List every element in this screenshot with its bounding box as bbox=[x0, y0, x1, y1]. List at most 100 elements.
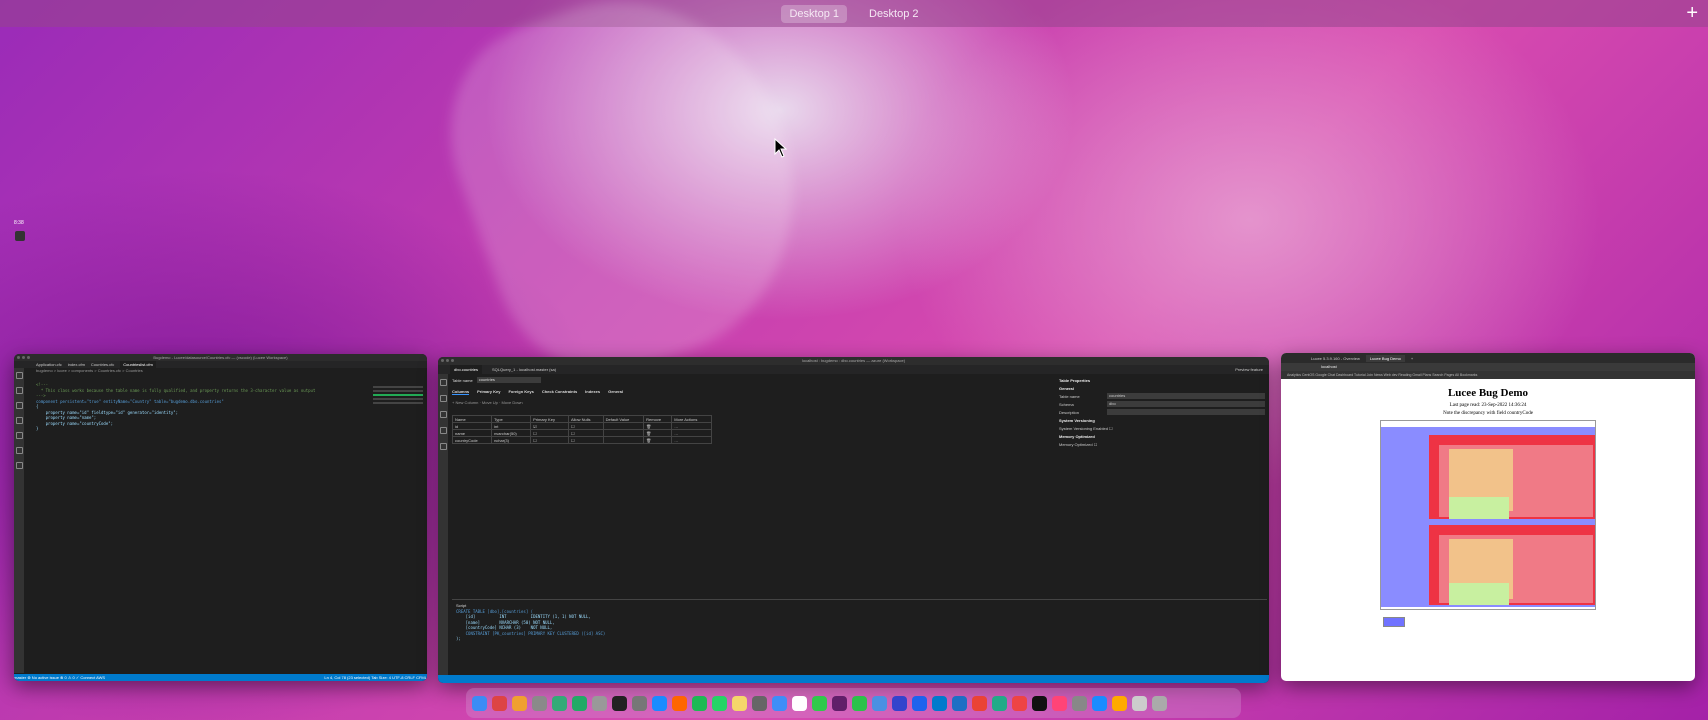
space-desktop-1[interactable]: Desktop 1 bbox=[781, 4, 847, 23]
prop-description-input[interactable] bbox=[1107, 409, 1265, 415]
table-row[interactable]: id int ☑ ☐ 🗑… bbox=[451, 422, 712, 430]
aws-icon[interactable] bbox=[15, 462, 23, 469]
finder-icon[interactable] bbox=[472, 695, 487, 711]
more-actions-icon[interactable]: … bbox=[671, 429, 712, 437]
add-space-button[interactable]: + bbox=[1686, 2, 1698, 24]
facetime-icon[interactable] bbox=[852, 695, 867, 711]
memory-checkbox[interactable]: ☐ bbox=[1094, 442, 1098, 447]
column-name[interactable]: id bbox=[451, 422, 493, 430]
column-name[interactable]: name bbox=[451, 429, 493, 437]
extensions-icon[interactable] bbox=[439, 443, 447, 450]
prop-schema-select[interactable]: dbo bbox=[1107, 401, 1265, 407]
column-type[interactable]: nvarchar(50) bbox=[491, 429, 532, 437]
default-value-cell[interactable] bbox=[602, 429, 645, 437]
table-row[interactable]: name nvarchar(50) ☐ ☐ 🗑… bbox=[451, 429, 712, 437]
calendar-icon[interactable] bbox=[792, 695, 807, 711]
app-icon[interactable] bbox=[512, 695, 527, 711]
default-value-cell[interactable] bbox=[602, 422, 645, 430]
whatsapp-icon[interactable] bbox=[712, 695, 727, 711]
tab-general[interactable]: General bbox=[608, 389, 623, 395]
allow-nulls-checkbox[interactable]: ☐ bbox=[567, 422, 604, 430]
table-row[interactable]: countryCode nchar(3) ☐ ☐ 🗑… bbox=[451, 436, 712, 444]
search-icon[interactable] bbox=[439, 395, 447, 402]
allow-nulls-checkbox[interactable]: ☐ bbox=[567, 436, 604, 444]
spotify-icon[interactable] bbox=[692, 695, 707, 711]
firefox-icon[interactable] bbox=[672, 695, 687, 711]
azure-data-studio-window[interactable]: localhost : bugdemo : dbo.countries — az… bbox=[438, 357, 1269, 683]
settings-icon[interactable] bbox=[532, 695, 547, 711]
notes-icon[interactable] bbox=[732, 695, 747, 711]
connections-icon[interactable] bbox=[439, 379, 447, 386]
tab-sqlquery[interactable]: SQLQuery_1 - localhost.master (sa) bbox=[492, 365, 556, 374]
tab-primary-key[interactable]: Primary Key bbox=[477, 389, 500, 395]
column-type[interactable]: int bbox=[491, 422, 532, 430]
column-name[interactable]: countryCode bbox=[451, 436, 493, 444]
column-type[interactable]: nchar(3) bbox=[491, 436, 532, 444]
vscode-window[interactable]: Bugdemo - Lucee/datasource/Countries.cfc… bbox=[14, 354, 427, 681]
explorer-icon[interactable] bbox=[15, 372, 23, 379]
messages-icon[interactable] bbox=[812, 695, 827, 711]
app-icon[interactable] bbox=[592, 695, 607, 711]
tab-application[interactable]: Application.cfc bbox=[36, 361, 62, 368]
tab-dbo-countries[interactable]: dbo.countries bbox=[450, 365, 483, 374]
tab-indexes[interactable]: Indexes bbox=[585, 389, 600, 395]
tab-columns[interactable]: Columns bbox=[452, 389, 470, 395]
versioning-checkbox[interactable]: ☐ bbox=[1109, 426, 1113, 431]
app-icon[interactable] bbox=[1112, 695, 1127, 711]
tab-check-constraints[interactable]: Check Constraints bbox=[542, 389, 577, 395]
dump-toggle-button[interactable] bbox=[1383, 617, 1405, 627]
primary-key-checkbox[interactable]: ☑ bbox=[530, 422, 569, 430]
app-icon[interactable] bbox=[892, 695, 907, 711]
downloads-icon[interactable] bbox=[1132, 695, 1147, 711]
default-value-cell[interactable] bbox=[602, 436, 645, 444]
space-desktop-2[interactable]: Desktop 2 bbox=[861, 5, 927, 23]
more-actions-icon[interactable]: … bbox=[671, 436, 712, 444]
status-left[interactable]: master ⊗ No active issue ⊗ 0 ⚠ 0 ✓ Conne… bbox=[14, 675, 105, 680]
launchpad-icon[interactable] bbox=[492, 695, 507, 711]
cfdump-output[interactable] bbox=[1380, 420, 1596, 627]
debug-icon[interactable] bbox=[15, 417, 23, 424]
status-right[interactable]: Ln 4, Col 78 (23 selected) Tab Size: 4 U… bbox=[324, 674, 427, 681]
safari-icon[interactable] bbox=[1092, 695, 1107, 711]
safari-icon[interactable] bbox=[652, 695, 667, 711]
app-icon[interactable] bbox=[1052, 695, 1067, 711]
remove-icon[interactable]: 🗑 bbox=[643, 429, 673, 437]
prop-table-name-input[interactable]: countries bbox=[1107, 393, 1265, 399]
notebooks-icon[interactable] bbox=[439, 411, 447, 418]
tab-lucee-overview[interactable]: Lucee 5.3.9.160 - Overview bbox=[1311, 356, 1360, 361]
remove-icon[interactable]: 🗑 bbox=[643, 436, 673, 444]
chrome-icon[interactable] bbox=[972, 695, 987, 711]
maps-icon[interactable] bbox=[992, 695, 1007, 711]
column-toolbar[interactable]: + New Column · Move Up · Move Down bbox=[452, 400, 1059, 405]
source-control-icon[interactable] bbox=[439, 427, 447, 434]
trash-icon[interactable] bbox=[1152, 695, 1167, 711]
app-icon[interactable] bbox=[1072, 695, 1087, 711]
app-icon[interactable] bbox=[1012, 695, 1027, 711]
preview-icon[interactable] bbox=[552, 695, 567, 711]
slack-icon[interactable] bbox=[832, 695, 847, 711]
terminal-icon[interactable] bbox=[612, 695, 627, 711]
source-control-icon[interactable] bbox=[15, 402, 23, 409]
table-name-input[interactable]: countries bbox=[476, 377, 541, 383]
side-widget-icon[interactable] bbox=[15, 231, 25, 241]
primary-key-checkbox[interactable]: ☐ bbox=[530, 436, 569, 444]
tab-lucee-bug-demo[interactable]: Lucee Bug Demo bbox=[1365, 354, 1405, 362]
address-bar[interactable]: localhost bbox=[1281, 363, 1695, 371]
tab-countrieslist[interactable]: Countrieslist.cfm bbox=[120, 361, 156, 368]
extensions-icon[interactable] bbox=[15, 432, 23, 439]
docker-icon[interactable] bbox=[912, 695, 927, 711]
allow-nulls-checkbox[interactable]: ☐ bbox=[567, 429, 604, 437]
more-actions-icon[interactable]: … bbox=[671, 422, 712, 430]
search-icon[interactable] bbox=[15, 387, 23, 394]
traffic-lights[interactable] bbox=[441, 359, 454, 362]
minimap[interactable] bbox=[373, 384, 423, 424]
new-tab-icon[interactable]: + bbox=[1411, 356, 1413, 361]
script-pane[interactable]: Script CREATE TABLE [dbo].[countries] ( [… bbox=[452, 599, 1267, 675]
ads-icon[interactable] bbox=[952, 695, 967, 711]
breadcrumb[interactable]: bugdemo > lucee > components > Countries… bbox=[14, 368, 427, 374]
mail-icon[interactable] bbox=[772, 695, 787, 711]
bookmarks-bar[interactable]: Analytics CentOS Google Chat Dashboard T… bbox=[1281, 371, 1695, 379]
activity-icon[interactable] bbox=[632, 695, 647, 711]
terminal-icon[interactable] bbox=[1032, 695, 1047, 711]
traffic-lights[interactable] bbox=[17, 356, 30, 359]
